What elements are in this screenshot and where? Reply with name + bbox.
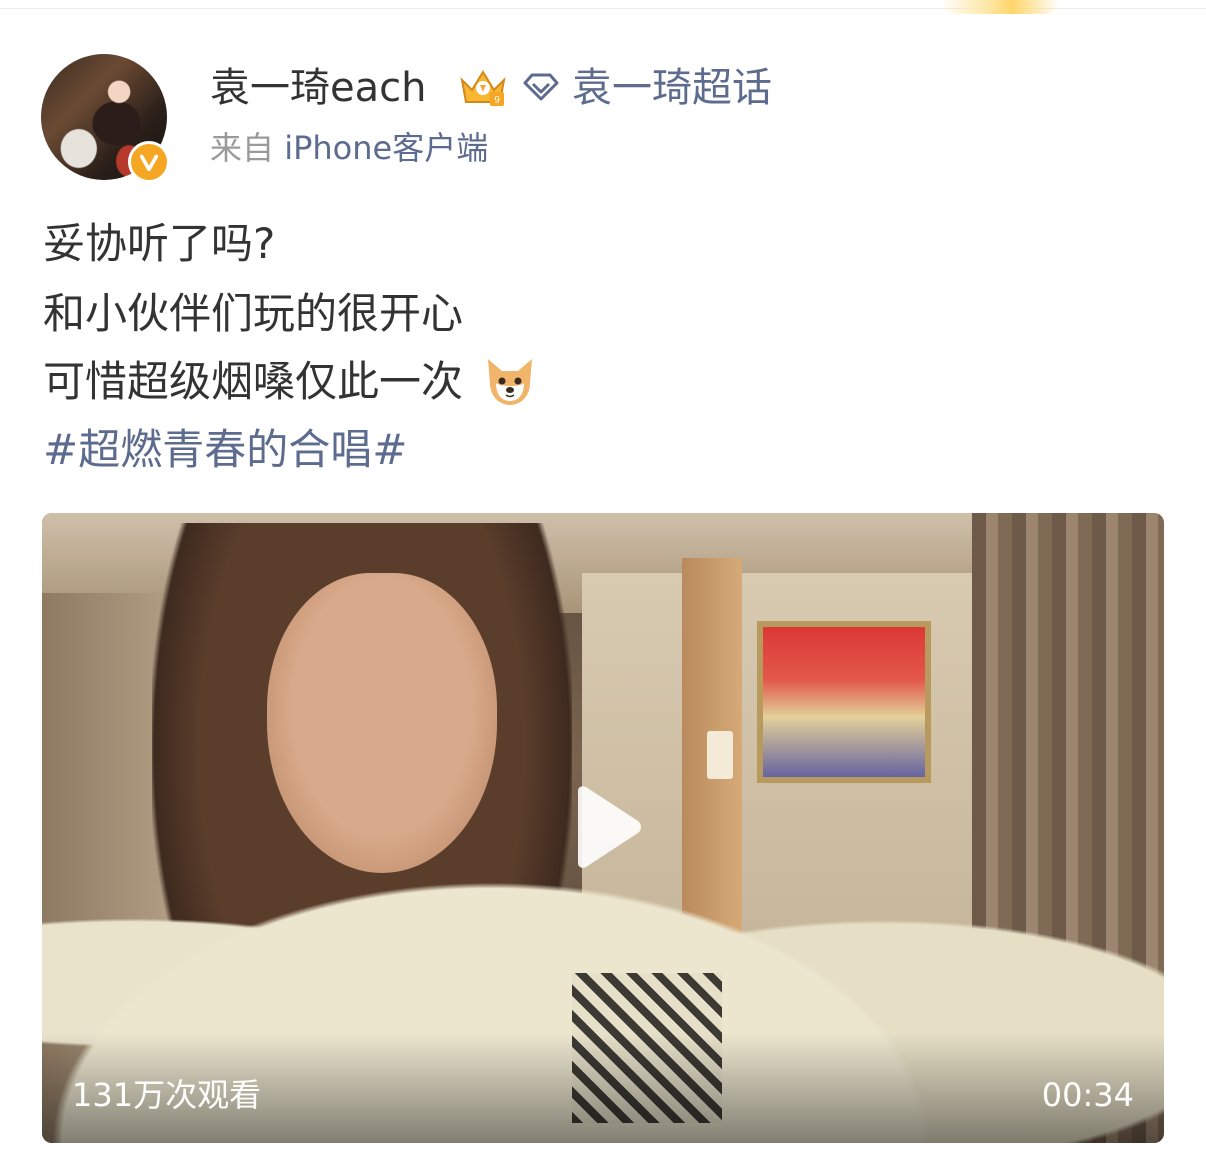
hashtag-link[interactable]: #超燃青春的合唱#: [43, 420, 407, 480]
weibo-post: 袁一琦each 9 袁一琦超话 来自 iPhone客户端 妥协听了吗? 和小伙伴…: [0, 0, 1206, 1174]
video-frame-person: [267, 573, 497, 873]
video-player[interactable]: 131万次观看 00:34: [42, 513, 1164, 1143]
dog-emoji-icon: [488, 358, 533, 405]
svg-text:9: 9: [494, 95, 500, 106]
post-text-line: 妥协听了吗?: [43, 219, 276, 268]
username[interactable]: 袁一琦each: [210, 62, 426, 114]
post-text-line-with-emoji: 可惜超级烟嗓仅此一次: [43, 352, 538, 412]
source-device-link[interactable]: iPhone客户端: [284, 129, 488, 167]
post-text-line: 可惜超级烟嗓仅此一次: [43, 357, 464, 406]
post-source: 来自 iPhone客户端: [210, 126, 488, 170]
post-text-line: 和小伙伴们玩的很开心: [43, 289, 464, 338]
crown-level-icon[interactable]: 9: [456, 66, 510, 110]
supertopic-link[interactable]: 袁一琦超话: [572, 62, 772, 114]
source-prefix: 来自: [210, 129, 275, 167]
video-duration: 00:34: [1041, 1076, 1134, 1114]
verified-v-icon: [128, 141, 170, 183]
header-decoration: [940, 0, 1060, 14]
view-count: 131万次观看: [72, 1076, 262, 1114]
play-icon[interactable]: [570, 785, 642, 869]
diamond-supertopic-icon: [523, 73, 559, 101]
